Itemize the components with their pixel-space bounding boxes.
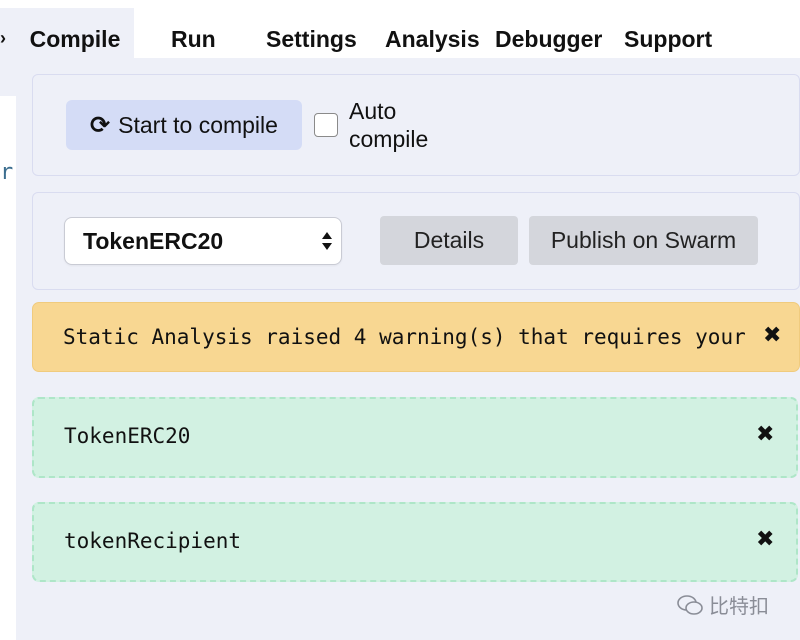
code-fragment: r [0,160,14,185]
contract-select-value: TokenERC20 [83,228,224,254]
watermark: 比特扣 [677,590,769,619]
right-panel: Compile Run Settings Analysis Debugger S… [16,0,800,640]
compiled-contract-name: TokenERC20 [64,424,191,448]
start-compile-button[interactable]: ⟳ Start to compile [66,100,302,150]
compiled-contract-alert: TokenERC20 ✖ [32,397,798,478]
tab-run[interactable]: Run [171,8,216,58]
auto-compile-checkbox[interactable] [314,113,338,137]
tab-bar: Compile Run Settings Analysis Debugger S… [16,8,800,58]
auto-compile-label-line2: compile [349,126,429,152]
tab-debugger[interactable]: Debugger [495,8,602,58]
tab-support[interactable]: Support [624,8,712,58]
auto-compile-label: Auto compile [349,97,428,153]
publish-swarm-button[interactable]: Publish on Swarm [529,216,758,265]
chat-bubble-icon [677,594,703,615]
details-button[interactable]: Details [380,216,518,265]
editor-tab-shade [0,8,16,96]
contract-select[interactable]: TokenERC20 [64,217,342,265]
warning-alert-text: Static Analysis raised 4 warning(s) that… [63,325,746,349]
watermark-text: 比特扣 [709,596,769,618]
close-icon[interactable]: ✖ [763,323,781,348]
tab-compile[interactable]: Compile [16,8,134,58]
start-compile-label: Start to compile [118,111,278,138]
tab-settings[interactable]: Settings [266,8,357,58]
compiled-contract-name: tokenRecipient [64,529,242,553]
auto-compile-label-line1: Auto [349,98,397,124]
close-icon[interactable]: ✖ [756,527,774,552]
compiled-contract-alert: tokenRecipient ✖ [32,502,798,582]
refresh-icon: ⟳ [90,111,111,139]
select-arrows-icon [322,232,332,250]
editor-strip: › r [0,0,16,640]
expand-arrow-icon[interactable]: › [0,28,16,49]
close-icon[interactable]: ✖ [756,422,774,447]
warning-alert: Static Analysis raised 4 warning(s) that… [32,302,800,372]
tab-analysis[interactable]: Analysis [385,8,480,58]
